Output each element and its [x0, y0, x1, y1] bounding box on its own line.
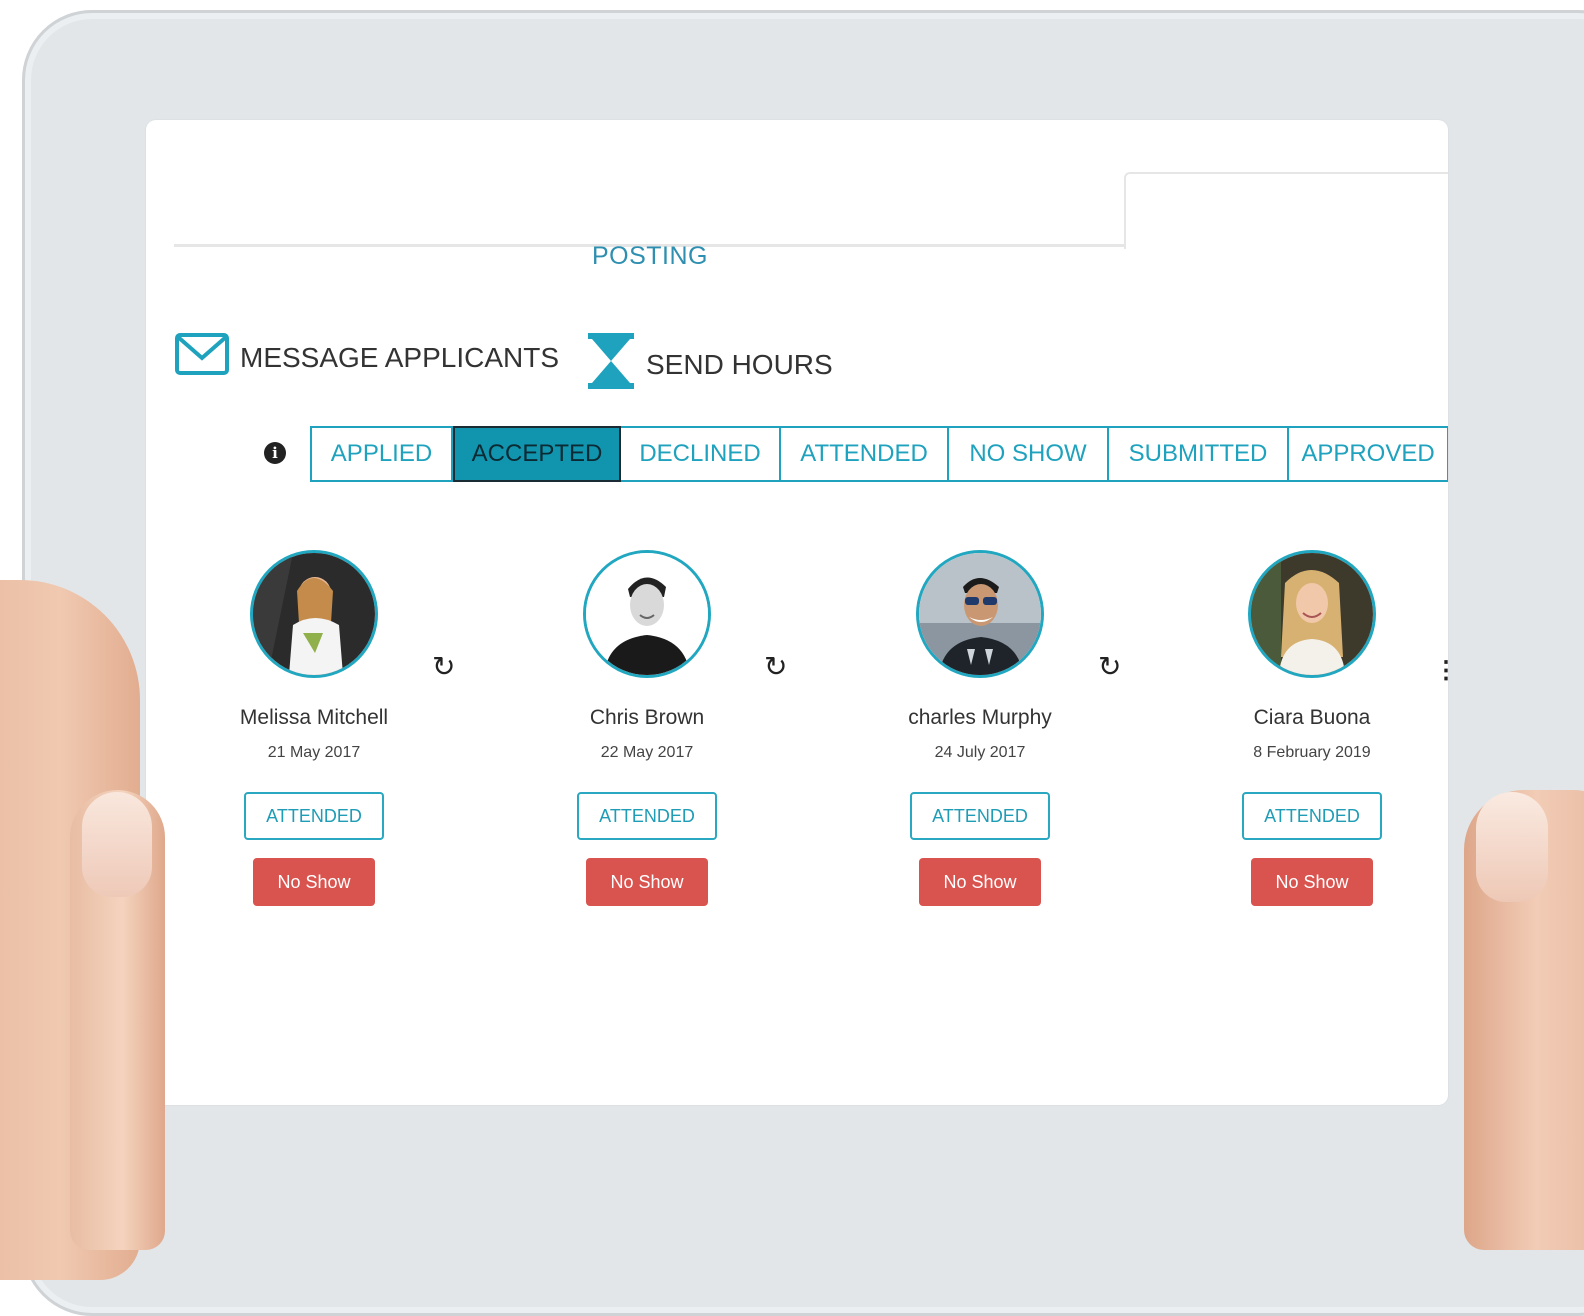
- message-applicants-label: MESSAGE APPLICANTS: [240, 341, 559, 373]
- refresh-icon[interactable]: ↻: [1098, 650, 1121, 683]
- tab-posting-label: POSTING: [591, 242, 708, 270]
- attended-button[interactable]: ATTENDED: [244, 792, 384, 840]
- applicant-date: 21 May 2017: [267, 744, 361, 761]
- right-thumbnail: [1476, 792, 1548, 902]
- attended-button[interactable]: ATTENDED: [577, 792, 717, 840]
- applicant-name: Chris Brown: [589, 706, 705, 729]
- tab-accepted[interactable]: ACCEPTED: [453, 426, 621, 482]
- applicant-date: 24 July 2017: [934, 744, 1026, 761]
- avatar[interactable]: [583, 550, 711, 678]
- hourglass-icon: [586, 332, 636, 397]
- send-hours-button[interactable]: SEND HOURS: [586, 332, 833, 397]
- applicant-date: 8 February 2019: [1253, 744, 1371, 761]
- tab-approved[interactable]: APPROVED: [1289, 428, 1448, 480]
- no-show-button[interactable]: No Show: [1251, 858, 1373, 906]
- applicant-name: Melissa Mitchell: [239, 706, 389, 729]
- left-thumbnail: [82, 792, 152, 897]
- attended-button[interactable]: ATTENDED: [910, 792, 1050, 840]
- applicant-card: charles Murphy 24 July 2017 ATTENDED No …: [850, 550, 1110, 906]
- no-show-button[interactable]: No Show: [586, 858, 708, 906]
- info-icon[interactable]: i: [264, 442, 286, 464]
- avatar[interactable]: [250, 550, 378, 678]
- tab-secondary[interactable]: [1124, 172, 1448, 249]
- applicant-card: Chris Brown 22 May 2017 ATTENDED No Show: [517, 550, 777, 906]
- more-icon[interactable]: ⋮: [1434, 656, 1448, 685]
- tab-attended[interactable]: ATTENDED: [781, 428, 949, 480]
- tab-no-show[interactable]: NO SHOW: [949, 428, 1109, 480]
- applicant-name: Ciara Buona: [1253, 706, 1371, 729]
- envelope-icon: [174, 332, 230, 383]
- refresh-icon[interactable]: ↻: [432, 650, 455, 683]
- tab-applied[interactable]: APPLIED: [312, 428, 453, 480]
- avatar[interactable]: [1248, 550, 1376, 678]
- app-screen: POSTING MESSAGE APPLICANTS SEND HOURS i …: [146, 120, 1448, 1105]
- send-hours-label: SEND HOURS: [646, 348, 833, 380]
- applicant-date: 22 May 2017: [600, 744, 694, 761]
- tab-declined[interactable]: DECLINED: [621, 428, 781, 480]
- tab-posting[interactable]: POSTING: [174, 172, 1126, 270]
- applicant-name: charles Murphy: [908, 706, 1052, 729]
- attended-button[interactable]: ATTENDED: [1242, 792, 1382, 840]
- status-tab-bar: APPLIED ACCEPTED DECLINED ATTENDED NO SH…: [310, 426, 1448, 482]
- applicant-list: Melissa Mitchell 21 May 2017 ATTENDED No…: [146, 550, 1448, 930]
- no-show-button[interactable]: No Show: [253, 858, 375, 906]
- applicant-card: Melissa Mitchell 21 May 2017 ATTENDED No…: [184, 550, 444, 906]
- tab-submitted[interactable]: SUBMITTED: [1109, 428, 1289, 480]
- refresh-icon[interactable]: ↻: [764, 650, 787, 683]
- avatar[interactable]: [916, 550, 1044, 678]
- applicant-card: Ciara Buona 8 February 2019 ATTENDED No …: [1182, 550, 1442, 906]
- no-show-button[interactable]: No Show: [919, 858, 1041, 906]
- message-applicants-button[interactable]: MESSAGE APPLICANTS: [174, 332, 559, 383]
